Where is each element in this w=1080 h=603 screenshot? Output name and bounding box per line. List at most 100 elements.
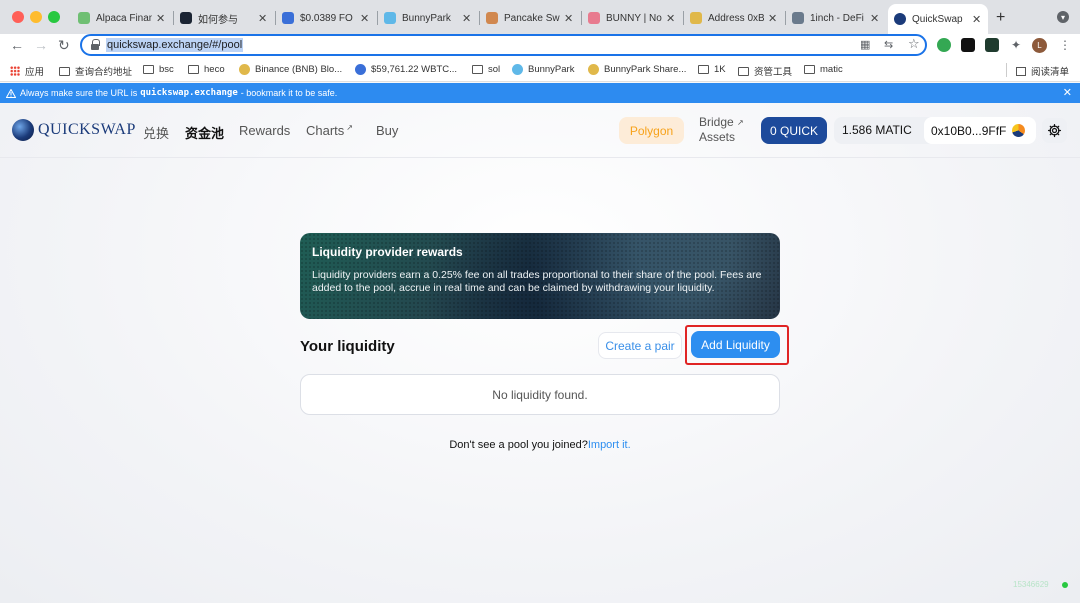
browser-tab[interactable]: Alpaca Finan ✕ [72,6,172,30]
window-zoom-button[interactable] [48,11,60,23]
banner-close-icon[interactable]: ✕ [1063,86,1072,99]
tab-close-icon[interactable]: ✕ [360,12,370,25]
bookmarks-bar: 应用 查询合约地址 bsc heco Binance (BNB) Blo... … [0,58,1080,82]
pancake-favicon-icon [486,12,498,24]
extension-icon[interactable] [937,38,951,52]
profile-avatar[interactable]: L [1032,38,1047,53]
extension-icon[interactable] [961,38,975,52]
address-bar[interactable]: quickswap.exchange/#/pool [80,34,927,56]
nav-charts[interactable]: Charts ↗ [306,123,353,138]
app-header: QUICKSWAP 兑换 资金池 Rewards Charts ↗ Buy Pol… [0,103,1080,158]
window-minimize-button[interactable] [30,11,42,23]
bookmark-link[interactable]: $59,761.22 WBTC... [355,64,457,75]
bscscan-favicon-icon [239,64,250,75]
forward-icon[interactable]: → [34,37,48,53]
back-icon[interactable]: ← [10,37,24,53]
browser-tab[interactable]: BUNNY | No ✕ [582,6,682,30]
browser-tab[interactable]: BunnyPark ✕ [378,6,478,30]
bookmark-folder[interactable]: 1K [698,64,726,75]
rewards-description: Liquidity providers earn a 0.25% fee on … [312,269,762,294]
quickswap-favicon-icon [894,13,906,25]
account-avatar-icon [1012,124,1026,137]
bookmark-link[interactable]: BunnyPark Share... [588,64,686,75]
quick-balance-button[interactable]: 0 QUICK [761,117,827,144]
reload-icon[interactable]: ↻ [58,37,70,54]
nav-buy[interactable]: Buy [376,123,398,138]
browser-menu-icon[interactable]: ⋮ [1058,38,1072,52]
alpaca-favicon-icon [78,12,90,24]
window-close-button[interactable] [12,11,24,23]
bunnypark-favicon-icon [588,64,599,75]
lock-icon[interactable] [90,39,100,51]
bookmark-folder[interactable]: 查询合约地址 [59,64,132,78]
settings-button[interactable] [1042,118,1067,143]
account-address: 0x10B0...9FfF [931,123,1007,138]
folder-icon [698,65,709,74]
quickswap-app: QUICKSWAP 兑换 资金池 Rewards Charts ↗ Buy Pol… [0,103,1080,603]
qr-code-icon[interactable]: ▦ [860,38,870,51]
site-favicon-icon [355,64,366,75]
new-tab-icon[interactable]: + [996,9,1005,27]
folder-icon [143,65,154,74]
bridge-assets-link[interactable]: Bridge ↗ Assets [699,115,744,145]
site-favicon-icon [180,12,192,24]
bscscan-favicon-icon [690,12,702,24]
tab-close-icon[interactable]: ✕ [768,12,778,25]
matic-balance: 1.586 MATIC [842,123,912,137]
tab-close-icon[interactable]: ✕ [258,12,268,25]
nav-swap[interactable]: 兑换 [143,123,169,142]
folder-icon [188,65,199,74]
import-pool-prompt: Don't see a pool you joined?Import it. [449,439,631,451]
rewards-title: Liquidity provider rewards [312,245,463,259]
tab-close-icon[interactable]: ✕ [870,12,880,25]
add-liquidity-button[interactable]: Add Liquidity [691,331,780,358]
browser-tab-active[interactable]: QuickSwap ✕ [888,4,988,34]
quickswap-logo-icon [12,119,34,141]
tab-close-icon[interactable]: ✕ [666,12,676,25]
nav-rewards[interactable]: Rewards [239,123,290,138]
bookmark-link[interactable]: BunnyPark [512,64,574,75]
account-button[interactable]: 0x10B0...9FfF [924,117,1036,144]
liquidity-rewards-card: Liquidity provider rewards Liquidity pro… [300,233,780,319]
tab-close-icon[interactable]: ✕ [156,12,166,25]
bookmark-folder[interactable]: sol [472,64,500,75]
tab-close-icon[interactable]: ✕ [462,12,472,25]
nav-pool[interactable]: 资金池 [185,123,224,142]
create-pair-button[interactable]: Create a pair [598,332,682,359]
bookmark-link[interactable]: Binance (BNB) Blo... [239,64,342,75]
translate-icon[interactable]: ⇆ [884,38,893,51]
bookmark-folder[interactable]: 资管工具 [738,64,792,78]
browser-tab[interactable]: Pancake Sw ✕ [480,6,580,30]
tab-close-icon[interactable]: ✕ [564,12,574,25]
reading-list[interactable]: 阅读清单 [1016,64,1069,78]
extensions-puzzle-icon[interactable]: ✦ [1009,38,1023,52]
url-warning-banner: Always make sure the URL is quickswap.ex… [0,83,1080,103]
quickswap-logo[interactable]: QUICKSWAP [12,119,136,141]
1inch-favicon-icon [792,12,804,24]
folder-icon [804,65,815,74]
folder-icon [738,66,749,76]
browser-tab[interactable]: $0.0389 FO ✕ [276,6,376,30]
status-indicator [1062,582,1068,588]
warning-icon [6,88,16,98]
tab-close-icon[interactable]: ✕ [972,13,982,26]
bunnypark-favicon-icon [512,64,523,75]
your-liquidity-heading: Your liquidity [300,338,395,355]
extension-icon[interactable] [985,38,999,52]
liquidity-empty-state: No liquidity found. [300,374,780,415]
bookmark-apps[interactable]: 应用 [10,64,44,78]
browser-tab[interactable]: 1inch - DeFi ✕ [786,6,886,30]
bookmark-folder[interactable]: bsc [143,64,174,75]
browser-toolbar: ← → ↻ quickswap.exchange/#/pool ▦ ⇆ ☆ [0,34,1080,58]
gear-icon [1047,123,1062,138]
network-badge[interactable]: Polygon [619,117,684,144]
bookmark-star-icon[interactable]: ☆ [908,36,920,52]
browser-tab[interactable]: Address 0xB ✕ [684,6,784,30]
external-link-icon: ↗ [737,118,744,127]
bookmark-folder[interactable]: heco [188,64,225,75]
bookmark-folder[interactable]: matic [804,64,843,75]
import-pool-link[interactable]: Import it. [588,439,631,451]
tab-search-icon[interactable]: ▾ [1057,11,1069,23]
url-text[interactable]: quickswap.exchange/#/pool [106,38,244,52]
browser-tab[interactable]: 如何参与 ✕ [174,6,274,30]
